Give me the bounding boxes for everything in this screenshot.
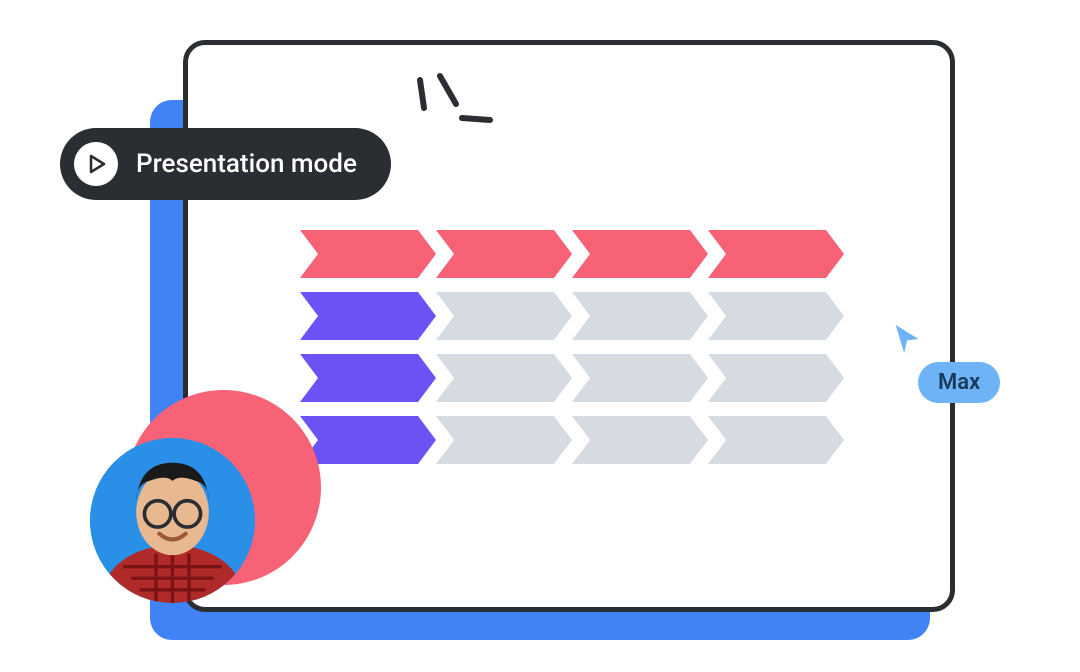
sparkle-icon bbox=[400, 70, 500, 144]
avatar bbox=[90, 438, 255, 603]
chevron-arrow bbox=[436, 292, 572, 340]
chevron-arrow bbox=[572, 354, 708, 402]
chevron-row bbox=[300, 292, 844, 340]
chevron-arrow bbox=[708, 292, 844, 340]
presentation-mode-label: Presentation mode bbox=[136, 149, 357, 179]
chevron-grid bbox=[300, 230, 844, 464]
chevron-row bbox=[300, 354, 844, 402]
chevron-arrow bbox=[572, 416, 708, 464]
chevron-arrow bbox=[708, 230, 844, 278]
chevron-arrow bbox=[708, 354, 844, 402]
chevron-row bbox=[300, 416, 844, 464]
collaborator-cursor-icon bbox=[890, 322, 924, 360]
chevron-arrow bbox=[708, 416, 844, 464]
play-icon bbox=[74, 142, 118, 186]
chevron-arrow bbox=[300, 292, 436, 340]
collaborator-name-tag: Max bbox=[918, 362, 1000, 403]
collaborator-name: Max bbox=[938, 370, 980, 395]
chevron-arrow bbox=[572, 292, 708, 340]
chevron-arrow bbox=[300, 230, 436, 278]
avatar-cluster bbox=[90, 390, 330, 610]
chevron-arrow bbox=[436, 354, 572, 402]
chevron-arrow bbox=[436, 230, 572, 278]
presentation-mode-button[interactable]: Presentation mode bbox=[60, 128, 391, 200]
chevron-arrow bbox=[436, 416, 572, 464]
chevron-row bbox=[300, 230, 844, 278]
chevron-arrow bbox=[572, 230, 708, 278]
